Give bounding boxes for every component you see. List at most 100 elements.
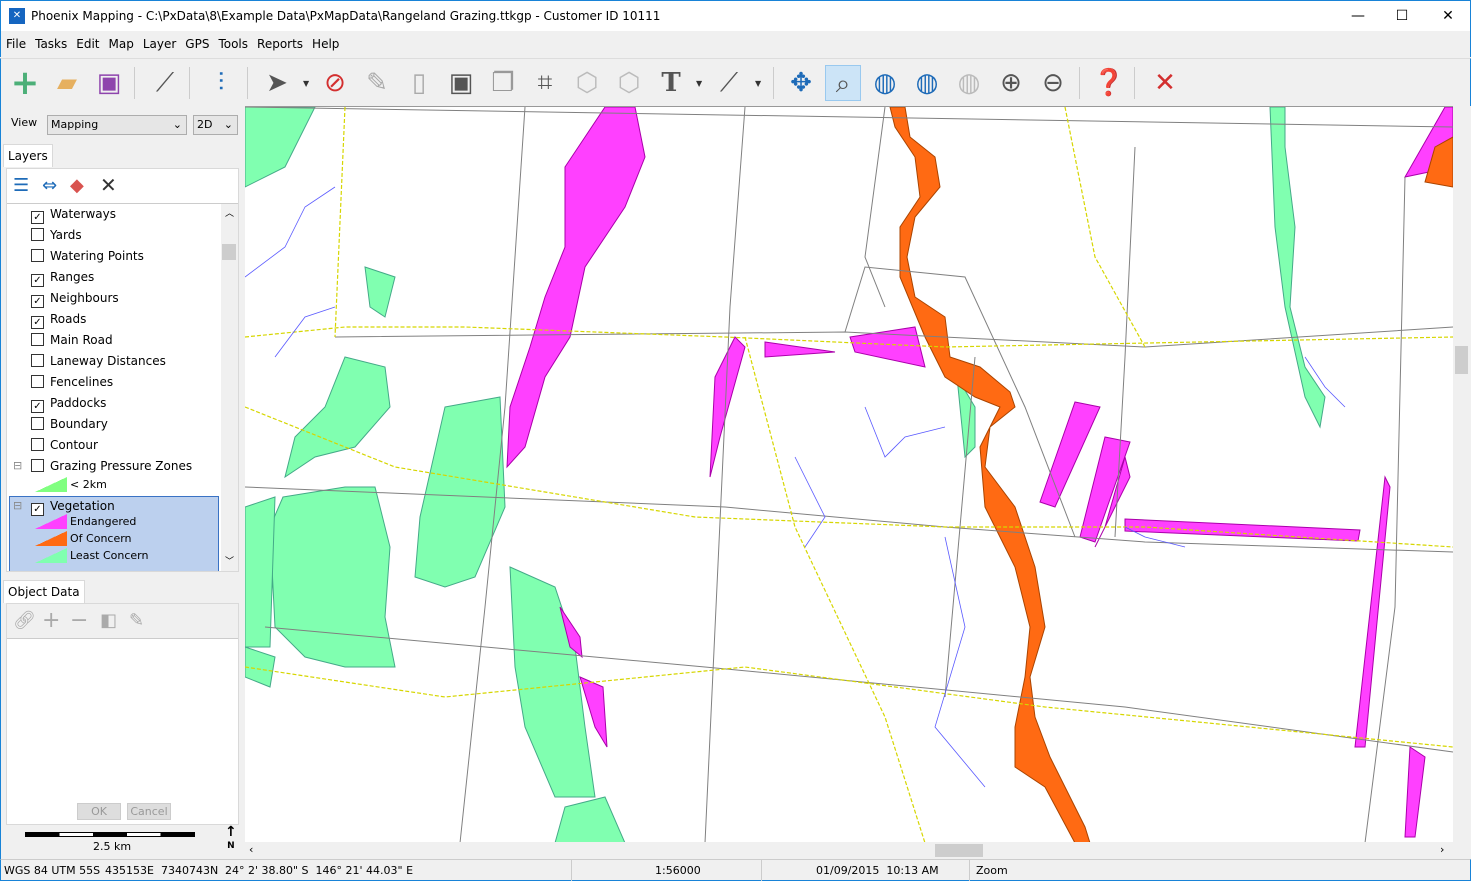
hex-split-icon[interactable]: ⬡ [569,65,605,101]
layer-checkbox[interactable] [31,249,44,262]
copy-icon[interactable]: ❐ [485,65,521,101]
scrollbar-thumb[interactable] [1455,346,1468,374]
collapse-icon[interactable]: ⊟ [13,498,22,514]
ok-button[interactable]: OK [77,803,121,820]
layer-checkbox[interactable]: ✓ [31,274,44,287]
layer-item[interactable]: ✓ Roads [31,311,86,332]
new-icon[interactable]: + [7,65,43,101]
edit-document-icon[interactable]: ▯ [401,65,437,101]
menu-layer[interactable]: Layer [138,31,180,51]
layer-item[interactable]: ✓ Waterways [31,206,116,227]
pencil-icon[interactable]: ✎ [359,65,395,101]
tab-layers[interactable]: Layers [3,144,53,167]
scrollbar-thumb[interactable] [935,844,983,857]
ruler-icon[interactable]: ⟋ [711,65,747,101]
link-icon[interactable]: 🔗︎ [13,610,36,631]
map-canvas[interactable]: ‹ › [244,106,1470,859]
layer-item[interactable]: Boundary [31,416,108,437]
menu-help[interactable]: Help [307,31,343,51]
vegetation-least-concern [364,266,396,318]
layer-checkbox[interactable] [31,375,44,388]
scroll-right-icon[interactable]: › [1440,843,1444,856]
zoom-box-icon[interactable]: ⌕ [825,65,861,101]
map-vertical-scrollbar[interactable] [1453,106,1470,842]
cancel-button[interactable]: Cancel [127,803,171,820]
view-label: View [11,116,38,129]
layer-item[interactable]: Fencelines [31,374,113,395]
close-icon[interactable]: ✕ [1147,65,1183,101]
tab-object-data[interactable]: Object Data [3,580,85,603]
menu-edit[interactable]: Edit [71,31,103,51]
menu-file[interactable]: File [1,31,30,51]
zoom-out-icon[interactable]: ⊖ [1035,65,1071,101]
select-arrow-icon[interactable]: ➤ [259,65,295,101]
pan-icon[interactable]: ✥ [783,65,819,101]
text-icon[interactable]: T [653,65,689,101]
object-data-panel: 🔗︎ + − ◧ ✎ OK Cancel [6,603,239,825]
menu-tools[interactable]: Tools [213,31,252,51]
scroll-up-icon[interactable]: ︿ [225,206,234,219]
minimize-button[interactable]: — [1335,1,1381,31]
magic-wand-icon[interactable]: ⟋ [147,65,183,101]
paint-icon[interactable]: ◧ [100,610,117,631]
deselect-icon[interactable]: ⊘ [317,65,353,101]
legend-label: Endangered [70,515,137,528]
menu-tasks[interactable]: Tasks [30,31,71,51]
layer-checkbox[interactable] [31,438,44,451]
layer-item[interactable]: Yards [31,227,82,248]
save-icon[interactable]: ▣ [91,65,127,101]
layer-checkbox[interactable]: ✓ [31,295,44,308]
layer-list-scrollbar[interactable]: ︿ ﹀ [221,204,238,571]
scroll-down-icon[interactable]: ﹀ [225,554,234,567]
dimension-select[interactable]: 2D ⌄ [193,115,238,135]
add-icon[interactable]: + [42,608,60,633]
map-svg[interactable] [244,106,1454,844]
layer-reorder-icon[interactable]: ⇔ [42,175,57,196]
maximize-button[interactable]: ☐ [1379,1,1425,31]
layer-item[interactable]: ✓ Neighbours [31,290,119,311]
menu-gps[interactable]: GPS [180,31,213,51]
layer-checkbox[interactable] [31,354,44,367]
scroll-left-icon[interactable]: ‹ [249,843,253,856]
layer-checkbox[interactable] [31,228,44,241]
layer-checkbox[interactable]: ✓ [31,400,44,413]
scrollbar-thumb[interactable] [222,244,236,260]
menu-reports[interactable]: Reports [252,31,307,51]
frame-icon[interactable]: ▣ [443,65,479,101]
vegetation-least-concern [269,486,396,668]
layer-item[interactable]: Main Road [31,332,113,353]
hex-merge-icon[interactable]: ⬡ [611,65,647,101]
layer-checkbox[interactable]: ✓ [31,316,44,329]
open-icon[interactable]: ▰ [49,65,85,101]
menu-map[interactable]: Map [104,31,138,51]
layer-item[interactable]: ⊟ Grazing Pressure Zones [13,458,192,479]
edit-notes-icon[interactable]: ✎ [129,610,144,631]
layer-label: Laneway Distances [50,354,166,368]
crop-icon[interactable]: ⌗ [527,65,563,101]
layer-item[interactable]: Watering Points [31,248,144,269]
layer-checkbox[interactable] [31,333,44,346]
layer-item[interactable]: Contour [31,437,98,458]
eraser-icon[interactable]: ◆ [70,175,84,196]
close-window-button[interactable]: ✕ [1425,1,1471,31]
help-icon[interactable]: ❓ [1091,65,1127,101]
remove-icon[interactable]: − [70,608,88,633]
globe-disabled-icon[interactable]: ◍ [951,65,987,101]
layer-item[interactable]: Laneway Distances [31,353,166,374]
layer-checkbox[interactable] [31,459,44,472]
remove-layer-icon[interactable]: ✕ [100,173,117,197]
layer-checkbox[interactable] [31,417,44,430]
layer-item[interactable]: ✓ Paddocks [31,395,106,416]
sliders-icon[interactable]: ⫶ [203,65,239,101]
layer-checkbox[interactable]: ✓ [31,211,44,224]
menu-bar: File Tasks Edit Map Layer GPS Tools Reports Help [0,31,1471,57]
map-horizontal-scrollbar[interactable]: ‹ › [245,842,1453,859]
globe-refresh-icon[interactable]: ◍ [909,65,945,101]
layer-label: Paddocks [50,396,107,410]
globe-icon[interactable]: ◍ [867,65,903,101]
layer-properties-icon[interactable]: ☰ [13,175,29,196]
layer-item[interactable]: ✓ Ranges [31,269,94,290]
zoom-in-icon[interactable]: ⊕ [993,65,1029,101]
view-mode-select[interactable]: Mapping ⌄ [47,115,187,135]
collapse-icon[interactable]: ⊟ [13,458,22,474]
